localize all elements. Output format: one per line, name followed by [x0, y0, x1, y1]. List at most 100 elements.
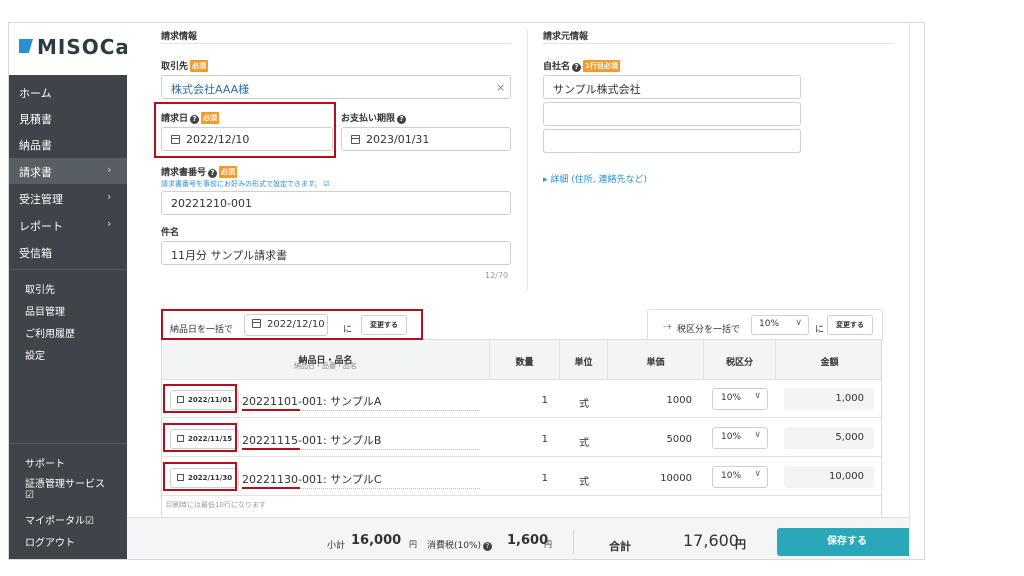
- invoice-date-input[interactable]: 2022/12/10: [161, 127, 333, 151]
- sidebar-sub-items[interactable]: 品目管理: [25, 303, 65, 318]
- label-text: 請求日: [161, 114, 189, 124]
- sidebar-item-invoices[interactable]: 請求書 ›: [9, 158, 127, 184]
- label-text: 自社名: [543, 62, 571, 72]
- sidebar-item-quotes[interactable]: 見積書: [9, 105, 127, 131]
- row-qty[interactable]: 1: [502, 473, 548, 484]
- invoice-number-label: 請求書番号? 必須: [161, 165, 238, 178]
- sidebar-evidence-service[interactable]: 証憑管理サービス ☑: [25, 475, 105, 501]
- clear-icon[interactable]: ×: [496, 81, 505, 94]
- company-name-line3-input[interactable]: [543, 129, 801, 153]
- bulk-date-label: 納品日を一括で: [170, 325, 234, 335]
- row-item-code: 20221130: [242, 473, 298, 486]
- footer-divider: [573, 530, 574, 554]
- row-amount: 5,000: [784, 427, 874, 449]
- row-item-name[interactable]: 20221115-001: サンプルB: [242, 432, 381, 448]
- invoice-number-input[interactable]: 20221210-001: [161, 191, 511, 215]
- sidebar-support[interactable]: サポート: [25, 455, 65, 470]
- help-icon[interactable]: ?: [572, 63, 582, 72]
- row-price[interactable]: 1000: [618, 395, 692, 406]
- tax-total-value: 1,600: [507, 533, 549, 548]
- grand-total-unit: 円: [735, 538, 746, 551]
- app-window: MISOCa ホーム 見積書 納品書 請求書 › 受注管理 › レポート › 受…: [8, 22, 925, 560]
- column-header-qty: 数量: [490, 340, 560, 380]
- bulk-tax-select[interactable]: 10% ∨: [751, 315, 809, 335]
- sidebar-item-label: マイポータル: [25, 516, 85, 527]
- due-date-value: 2023/01/31: [366, 133, 430, 146]
- save-button[interactable]: 保存する: [777, 528, 917, 556]
- sidebar-divider: [9, 443, 127, 444]
- row-unit[interactable]: 式: [560, 395, 608, 410]
- header-text: 単価: [646, 358, 665, 368]
- row-price[interactable]: 5000: [618, 434, 692, 445]
- row-date: 2022/11/30: [188, 474, 233, 482]
- company-name-line2-input[interactable]: [543, 102, 801, 126]
- sidebar-item-label: 受注管理: [19, 193, 63, 206]
- sidebar-item-delivery[interactable]: 納品書: [9, 131, 127, 157]
- bulk-date-apply-button[interactable]: 変更する: [361, 315, 407, 335]
- external-link-icon: ☑: [25, 490, 34, 501]
- annotation-underline: [242, 487, 300, 489]
- invoice-number-hint-link[interactable]: 請求書番号を事前にお好みの形式で設定できます。 ☑: [161, 179, 330, 189]
- column-header-unit: 単位: [560, 340, 608, 380]
- header-text: 税区分: [725, 358, 753, 368]
- subtotal-value: 16,000: [351, 533, 402, 548]
- sidebar-logout[interactable]: ログアウト: [25, 534, 75, 549]
- help-icon[interactable]: ?: [190, 115, 200, 124]
- bulk-tax-label: 税区分を一括で: [677, 325, 741, 335]
- bulk-tax-apply-button[interactable]: 変更する: [827, 315, 873, 335]
- company-name-line1-input[interactable]: サンプル株式会社: [543, 75, 801, 99]
- row-item-name[interactable]: 20221130-001: サンプルC: [242, 471, 382, 487]
- column-header-price: 単価: [608, 340, 704, 380]
- issuer-detail-link[interactable]: ▸ 詳細 (住所, 連絡先など): [543, 172, 647, 185]
- row-unit[interactable]: 式: [560, 473, 608, 488]
- row-date-picker[interactable]: 2022/11/01: [170, 390, 240, 410]
- help-icon[interactable]: ?: [397, 115, 407, 124]
- bulk-tax-value: 10%: [759, 319, 780, 329]
- subtotal-label: 小計: [327, 541, 346, 551]
- sidebar-sub-clients[interactable]: 取引先: [25, 281, 55, 296]
- sidebar-item-reports[interactable]: レポート ›: [9, 212, 127, 238]
- sidebar-item-inbox[interactable]: 受信箱: [9, 239, 127, 265]
- header-subtext: 納品日・品番・品名: [294, 362, 357, 370]
- row-date-picker[interactable]: 2022/11/30: [170, 468, 240, 488]
- help-icon[interactable]: ?: [483, 542, 493, 551]
- required-badge: 必須: [219, 166, 238, 178]
- label-text: 請求書番号: [161, 168, 207, 178]
- row-unit[interactable]: 式: [560, 434, 608, 449]
- row-tax-value: 10%: [721, 471, 742, 481]
- sidebar-item-label: 証憑管理サービス: [25, 479, 105, 490]
- grand-total-label: 合計: [609, 540, 631, 553]
- sidebar-item-orders[interactable]: 受注管理 ›: [9, 185, 127, 211]
- due-date-input[interactable]: 2023/01/31: [341, 127, 511, 151]
- row-price[interactable]: 10000: [618, 473, 692, 484]
- row-qty[interactable]: 1: [502, 395, 548, 406]
- row-tax-select[interactable]: 10% ∨: [712, 427, 768, 449]
- chevron-right-icon: ›: [107, 217, 112, 230]
- row-qty[interactable]: 1: [502, 434, 548, 445]
- sidebar-sub-settings[interactable]: 設定: [25, 347, 45, 362]
- header-text: 単位: [574, 358, 593, 368]
- row-item-name[interactable]: 20221101-001: サンプルA: [242, 393, 381, 409]
- sidebar-item-home[interactable]: ホーム: [9, 79, 127, 105]
- sidebar-sub-history[interactable]: ご利用履歴: [25, 325, 75, 340]
- row-tax-select[interactable]: 10% ∨: [712, 388, 768, 410]
- subject-input[interactable]: 11月分 サンプル請求書: [161, 241, 511, 265]
- row-tax-select[interactable]: 10% ∨: [712, 466, 768, 488]
- header-text: 数量: [515, 358, 534, 368]
- section-title-issuer: 請求元情報: [543, 32, 589, 42]
- row-divider: [162, 417, 881, 418]
- help-icon[interactable]: ?: [208, 169, 218, 178]
- company-name-label: 自社名? 1行目必須: [543, 59, 620, 72]
- row-date: 2022/11/15: [188, 435, 233, 443]
- annotation-underline: [242, 448, 300, 450]
- calendar-icon: [177, 435, 184, 442]
- column-header-tax: 税区分: [704, 340, 776, 380]
- row-date-picker[interactable]: 2022/11/15: [170, 429, 240, 449]
- logo-area[interactable]: MISOCa: [9, 23, 129, 75]
- invoice-date-label: 請求日? 必須: [161, 111, 220, 124]
- client-input[interactable]: 株式会社AAA様: [161, 75, 511, 99]
- row-item-code: 20221115: [242, 434, 298, 447]
- sidebar-my-portal[interactable]: マイポータル☑: [25, 512, 94, 527]
- tax-total-label: 消費税(10%)?: [427, 538, 493, 551]
- bulk-date-input[interactable]: 2022/12/10: [244, 314, 328, 336]
